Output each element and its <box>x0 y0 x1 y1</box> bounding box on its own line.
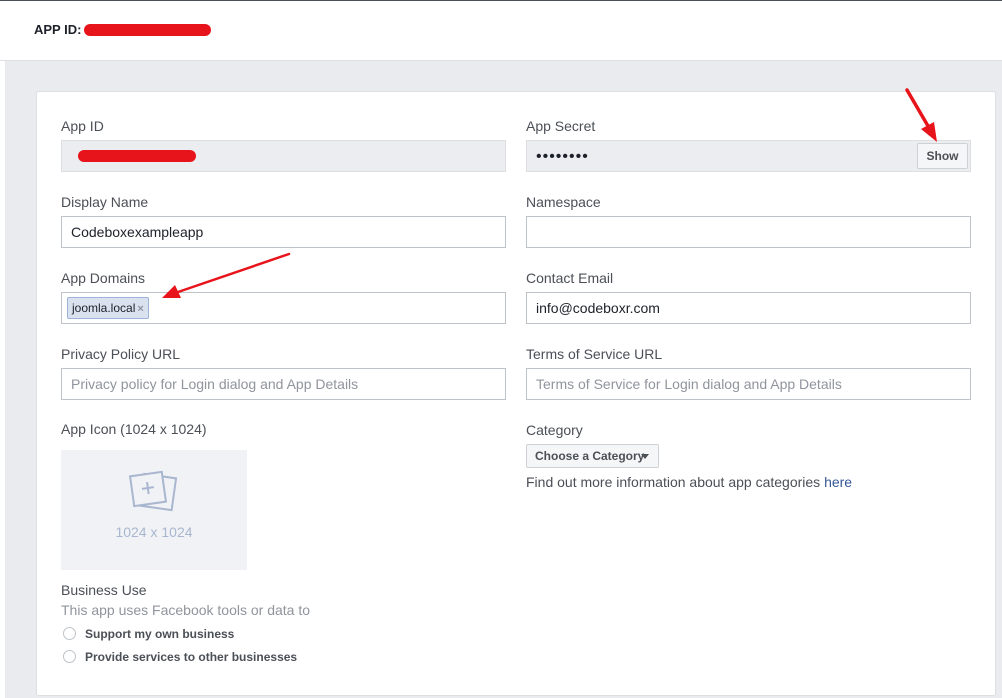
terms-url-placeholder: Terms of Service for Login dialog and Ap… <box>536 376 842 392</box>
business-use-label: Business Use <box>61 582 147 598</box>
choose-category-dropdown[interactable]: Choose a Category <box>526 444 659 468</box>
icon-dimensions: 1024 x 1024 <box>115 524 193 540</box>
show-secret-button[interactable]: Show <box>917 143 968 169</box>
app-domains-label: App Domains <box>61 270 146 286</box>
basic-settings-card: App ID App Secret •••••••• Show Display … <box>36 91 996 696</box>
display-name-input[interactable]: Codeboxexampleapp <box>61 216 506 248</box>
choose-category-label: Choose a Category <box>535 449 645 463</box>
top-bar: APP ID: <box>0 0 1002 61</box>
category-info: Find out more information about app cate… <box>526 474 852 490</box>
radio-button[interactable] <box>63 650 76 663</box>
app-secret-label: App Secret <box>526 118 596 134</box>
namespace-label: Namespace <box>526 194 601 210</box>
domain-tag: joomla.local × <box>67 297 149 319</box>
business-option-services-label: Provide services to other businesses <box>85 650 298 664</box>
radio-button[interactable] <box>63 627 76 640</box>
contact-email-input[interactable]: info@codeboxr.com <box>526 292 971 324</box>
terms-url-label: Terms of Service URL <box>526 346 663 362</box>
namespace-input[interactable] <box>526 216 971 248</box>
contact-email-label: Contact Email <box>526 270 614 286</box>
privacy-url-placeholder: Privacy policy for Login dialog and App … <box>71 376 359 392</box>
app-id-heading: APP ID: <box>34 22 82 37</box>
remove-tag-icon[interactable]: × <box>137 303 143 315</box>
business-option-services[interactable]: Provide services to other businesses <box>63 650 297 664</box>
category-info-text: Find out more information about app cate… <box>526 474 821 490</box>
business-use-description: This app uses Facebook tools or data to <box>61 602 311 618</box>
app-id-label: App ID <box>61 118 104 134</box>
terms-url-input[interactable]: Terms of Service for Login dialog and Ap… <box>526 368 971 400</box>
app-icon-label: App Icon (1024 x 1024) <box>61 421 207 437</box>
business-option-own-label: Support my own business <box>85 627 235 641</box>
app-icon-upload[interactable]: 1024 x 1024 <box>61 450 247 570</box>
category-label: Category <box>526 422 583 438</box>
privacy-url-label: Privacy Policy URL <box>61 346 181 362</box>
category-info-link[interactable]: here <box>824 474 852 490</box>
app-secret-value: •••••••• <box>536 148 589 165</box>
app-id-field <box>61 140 506 172</box>
add-image-icon <box>128 470 178 512</box>
privacy-url-input[interactable]: Privacy policy for Login dialog and App … <box>61 368 506 400</box>
app-domains-input[interactable]: joomla.local × <box>61 292 506 324</box>
app-secret-field: •••••••• Show <box>526 140 971 172</box>
redaction-mark <box>84 24 211 36</box>
business-option-own[interactable]: Support my own business <box>63 627 234 641</box>
redaction-mark <box>78 150 196 162</box>
page-edge <box>0 61 5 698</box>
domain-tag-label: joomla.local <box>72 301 136 315</box>
caret-down-icon <box>641 454 649 459</box>
display-name-label: Display Name <box>61 194 149 210</box>
